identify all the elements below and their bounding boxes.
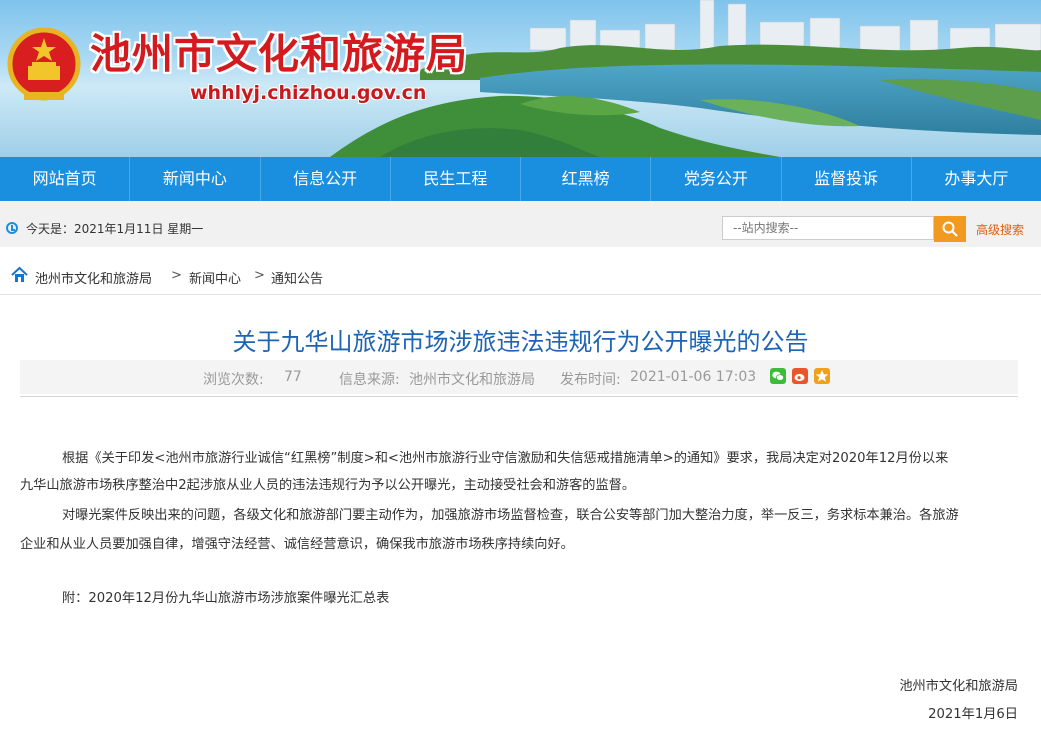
breadcrumb: 池州市文化和旅游局 > 新闻中心 > 通知公告 [0, 258, 1041, 295]
publish-time-value: 2021-01-06 17:03 [630, 369, 757, 385]
search-button[interactable] [934, 216, 966, 242]
advanced-search-link[interactable]: 高级搜索 [976, 221, 1024, 238]
publish-time-label: 发布时间: [560, 372, 621, 388]
title-divider [20, 396, 1018, 397]
article-paragraph: 对曝光案件反映出来的问题，各级文化和旅游部门要主动作为，加强旅游市场监督检查，联… [62, 508, 959, 523]
nav-item-news-center[interactable]: 新闻中心 [130, 157, 261, 201]
nav-item-red-black-list[interactable]: 红黑榜 [521, 157, 652, 201]
signature-organization: 池州市文化和旅游局 [899, 679, 1018, 694]
article-paragraph: 企业和从业人员要加强自律，增强守法经营、诚信经营意识，确保我市旅游市场秩序持续向… [20, 537, 574, 552]
views-label: 浏览次数: [203, 372, 264, 388]
main-nav: 网站首页 新闻中心 信息公开 民生工程 红黑榜 党务公开 监督投诉 办事大厅 [0, 157, 1041, 201]
nav-item-home[interactable]: 网站首页 [0, 157, 131, 201]
clock-icon [6, 222, 18, 234]
breadcrumb-item-news[interactable]: 新闻中心 [189, 268, 241, 287]
site-title: 池州市文化和旅游局 [90, 30, 468, 78]
favorite-icon[interactable] [814, 368, 830, 384]
national-emblem-icon [7, 27, 81, 101]
home-icon [11, 266, 28, 282]
today-date: 今天是：2021年1月11日 星期一 [26, 222, 204, 236]
article-meta: 浏览次数: 77 信息来源: 池州市文化和旅游局 发布时间: 2021-01-0… [20, 360, 1018, 394]
article-paragraph: 九华山旅游市场秩序整治中2起涉旅从业人员的违法违规行为予以公开曝光，主动接受社会… [20, 478, 636, 493]
wechat-icon[interactable] [770, 368, 786, 384]
views-count: 77 [284, 369, 302, 385]
search-icon [942, 221, 958, 237]
breadcrumb-separator: > [254, 268, 265, 283]
article-title: 关于九华山旅游市场涉旅违法违规行为公开曝光的公告 [232, 328, 809, 356]
nav-item-service-hall[interactable]: 办事大厅 [912, 157, 1041, 201]
source-label: 信息来源: [339, 372, 400, 388]
site-url: whhlyj.chizhou.gov.cn [190, 82, 427, 104]
site-search-input[interactable] [722, 216, 934, 240]
article-paragraph: 根据《关于印发<池州市旅游行业诚信“红黑榜”制度>和<池州市旅游行业守信激励和失… [62, 451, 949, 466]
breadcrumb-separator: > [171, 268, 182, 283]
breadcrumb-item-home[interactable]: 池州市文化和旅游局 [35, 268, 152, 287]
signature-date: 2021年1月6日 [928, 707, 1018, 722]
nav-item-livelihood[interactable]: 民生工程 [391, 157, 521, 201]
header-banner: 池州市文化和旅游局 whhlyj.chizhou.gov.cn [0, 0, 1041, 157]
attachment-link[interactable]: 附：2020年12月份九华山旅游市场涉旅案件曝光汇总表 [62, 592, 389, 605]
weibo-icon[interactable] [792, 368, 808, 384]
source-value: 池州市文化和旅游局 [409, 372, 535, 388]
breadcrumb-item-notices[interactable]: 通知公告 [271, 268, 323, 287]
nav-item-info-disclosure[interactable]: 信息公开 [261, 157, 391, 201]
nav-item-party-affairs[interactable]: 党务公开 [651, 157, 782, 201]
nav-item-complaints[interactable]: 监督投诉 [782, 157, 912, 201]
